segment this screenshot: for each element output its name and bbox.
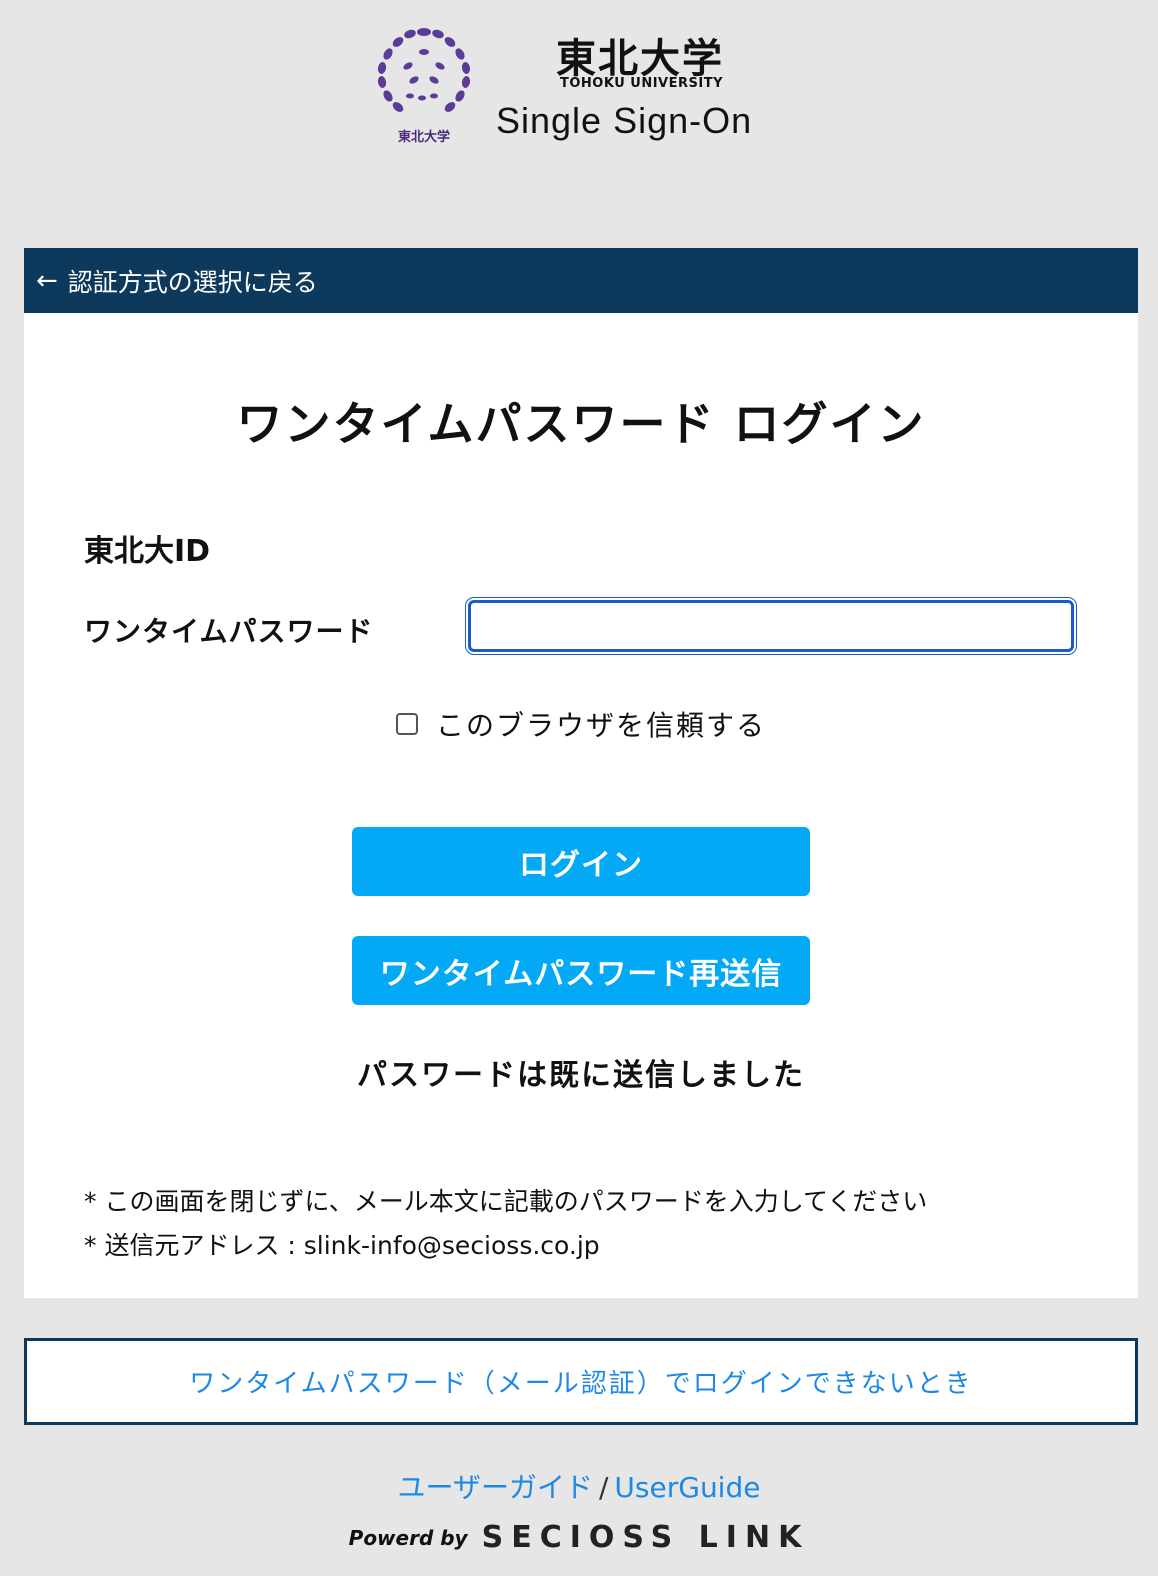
login-card: ← 認証方式の選択に戻る ワンタイムパスワード ログイン 東北大ID ワンタイム… — [24, 248, 1138, 1298]
powered-by-label: Powerd by — [348, 1525, 468, 1550]
instruction-notes: * この画面を閉じずに、メール本文に記載のパスワードを入力してください * 送信… — [84, 1180, 927, 1268]
seal-wreath-icon — [377, 28, 471, 112]
trust-browser-label[interactable]: このブラウザを信頼する — [436, 704, 766, 744]
otp-input[interactable] — [465, 597, 1077, 655]
back-arrow-icon: ← — [36, 265, 58, 296]
resend-otp-button[interactable]: ワンタイムパスワード再送信 — [352, 936, 810, 1005]
powered-by-footer: Powerd by SECIOSS LINK — [0, 1520, 1158, 1555]
back-to-auth-selection-link[interactable]: ← 認証方式の選択に戻る — [24, 248, 1138, 313]
university-name-en: TOHOKU UNIVERSITY — [560, 76, 723, 91]
otp-label: ワンタイムパスワード — [84, 615, 374, 648]
tohoku-university-seal-logo: 東北大学 — [370, 22, 478, 152]
guide-separator: / — [598, 1471, 609, 1504]
seal-caption: 東北大学 — [397, 130, 450, 145]
user-guide-links: ユーザーガイド / UserGuide — [0, 1466, 1158, 1506]
help-box: ワンタイムパスワード（メール認証）でログインできないとき — [24, 1338, 1138, 1425]
back-link-label: 認証方式の選択に戻る — [67, 267, 318, 297]
secioss-link-logo: SECIOSS LINK — [481, 1520, 810, 1555]
trust-browser-checkbox[interactable] — [395, 713, 418, 735]
page-title: ワンタイムパスワード ログイン — [236, 397, 926, 451]
tohoku-id-label: 東北大ID — [84, 534, 211, 569]
trust-browser-row: このブラウザを信頼する — [24, 704, 1138, 744]
sso-title: Single Sign-On — [496, 100, 753, 141]
user-guide-en-link[interactable]: UserGuide — [614, 1471, 760, 1504]
site-header: 東北大学 東北大学 TOHOKU UNIVERSITY Single Sign-… — [0, 0, 1158, 200]
login-button[interactable]: ログイン — [352, 827, 810, 896]
otp-sent-message: パスワードは既に送信しました — [357, 1058, 805, 1093]
otp-login-help-link[interactable]: ワンタイムパスワード（メール認証）でログインできないとき — [189, 1363, 972, 1400]
note-item: * 送信元アドレス : slink-info@secioss.co.jp — [84, 1231, 600, 1260]
user-guide-jp-link[interactable]: ユーザーガイド — [398, 1471, 593, 1504]
note-item: * この画面を閉じずに、メール本文に記載のパスワードを入力してください — [84, 1187, 928, 1216]
